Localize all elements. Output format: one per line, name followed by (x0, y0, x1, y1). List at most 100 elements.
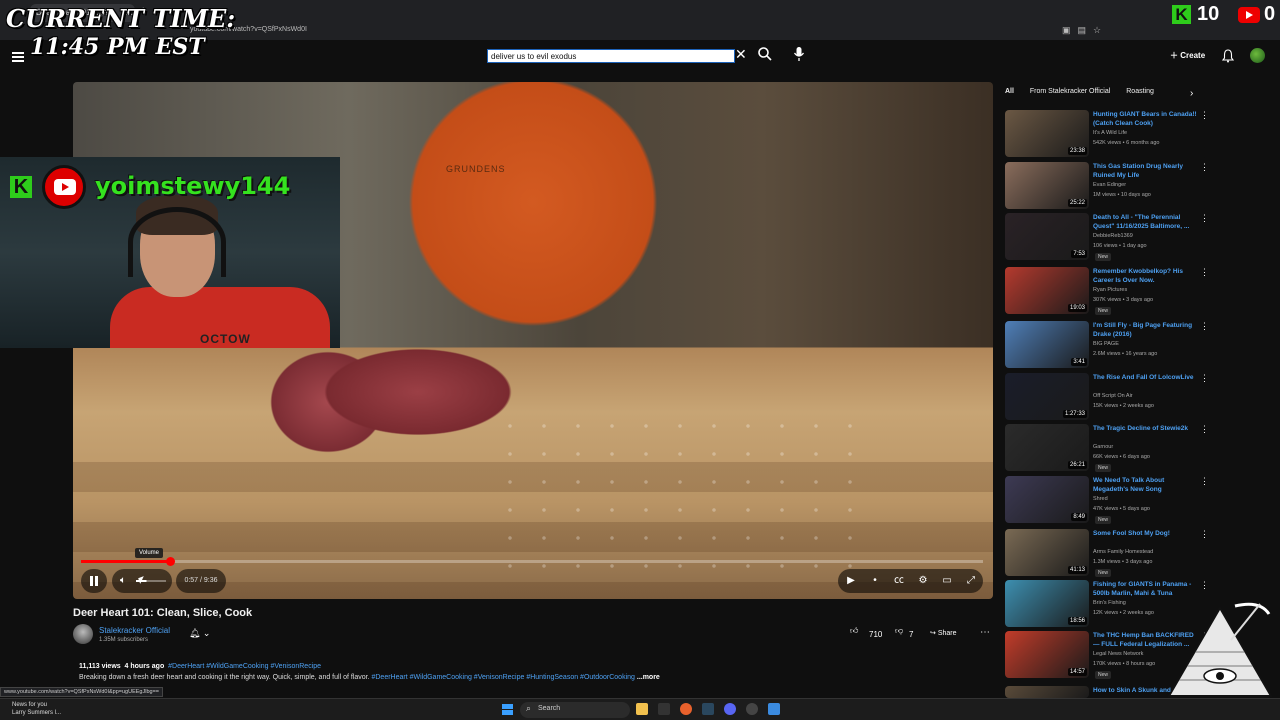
description-text[interactable]: Breaking down a fresh deer heart and coo… (79, 674, 660, 681)
obs-icon[interactable] (746, 703, 758, 715)
recommendation-title[interactable]: The Rise And Fall Of LolcowLive (1093, 373, 1197, 382)
firefox-icon[interactable] (680, 703, 692, 715)
description-hashtags[interactable]: #DeerHeart #WildGameCooking #VenisonReci… (371, 674, 634, 681)
chip-from-channel[interactable]: From Stalekracker Official (1030, 88, 1110, 95)
dislike-icon[interactable]: 👎︎ (895, 626, 903, 636)
video-thumbnail[interactable]: 25:22 (1005, 162, 1089, 209)
fullscreen-icon[interactable]: ⤢ (964, 574, 978, 588)
chevron-right-icon[interactable]: › (1190, 88, 1193, 99)
channel-avatar[interactable] (73, 624, 93, 644)
video-duration: 1:27:33 (1062, 410, 1087, 418)
dislike-count[interactable]: 7 (909, 630, 913, 639)
video-thumbnail[interactable]: 41:13 (1005, 529, 1089, 576)
recommendation-channel[interactable]: DebbieReb1369 (1093, 233, 1133, 239)
create-button[interactable]: ＋ Create (1170, 50, 1205, 61)
recommendation-item[interactable]: 3:41 I'm Still Fly - Big Page Featuring D… (1005, 321, 1209, 371)
recommendation-item[interactable]: 1:27:33 The Rise And Fall Of LolcowLive Of… (1005, 373, 1209, 423)
volume-icon[interactable]: 🔈︎ (120, 575, 126, 586)
notifications-bell-icon[interactable] (1222, 49, 1234, 63)
top-hashtags[interactable]: #DeerHeart #WildGameCooking #VenisonReci… (168, 663, 321, 670)
recommendation-item[interactable]: 7:53 Death to All - "The Perennial Quest"… (1005, 213, 1209, 263)
news-widget[interactable]: News for you Larry Summers l... (12, 701, 61, 717)
recommendation-channel[interactable]: Garnour (1093, 444, 1113, 450)
more-options-icon[interactable]: ⋮ (1200, 267, 1209, 278)
like-icon[interactable]: 👍︎ (850, 626, 858, 635)
recommendation-channel[interactable]: Ryan Pictures (1093, 287, 1127, 293)
pause-button[interactable] (81, 569, 107, 593)
recommendation-channel[interactable]: It's A Wild Life (1093, 130, 1127, 136)
recommendation-channel[interactable]: BIG PAGE (1093, 341, 1119, 347)
video-thumbnail[interactable]: 26:21 (1005, 424, 1089, 471)
more-options-icon[interactable]: ⋮ (1200, 321, 1209, 332)
miniplayer-dot-icon[interactable]: • (868, 574, 882, 588)
video-thumbnail[interactable]: 1:27:33 (1005, 373, 1089, 420)
more-options-icon[interactable]: ⋮ (1200, 373, 1209, 384)
recommendation-channel[interactable]: Legal News Network (1093, 651, 1143, 657)
chip-roasting[interactable]: Roasting (1126, 88, 1154, 95)
recommendation-title[interactable]: We Need To Talk About Megadeth's New Son… (1093, 476, 1197, 494)
share-button[interactable]: ↪ Share (930, 629, 957, 637)
app-icon-2[interactable] (658, 703, 670, 715)
microphone-icon[interactable] (793, 46, 805, 62)
description-stats[interactable]: 11,113 views 4 hours ago #DeerHeart #Wil… (79, 663, 321, 670)
autoplay-toggle-icon[interactable]: ▶ (844, 574, 858, 588)
more-options-icon[interactable]: ⋮ (1200, 580, 1209, 591)
recommendation-channel[interactable]: Evan Edinger (1093, 182, 1126, 188)
clear-search-icon[interactable]: ✕ (735, 46, 747, 63)
steam-icon[interactable] (702, 703, 714, 715)
recommendation-title[interactable]: Some Fool Shot My Dog! (1093, 529, 1197, 538)
more-options-icon[interactable]: ⋮ (1200, 476, 1209, 487)
video-thumbnail[interactable]: 3:41 (1005, 321, 1089, 368)
video-thumbnail[interactable]: 14:57 (1005, 631, 1089, 678)
video-thumbnail[interactable]: 23:38 (1005, 110, 1089, 157)
more-options-icon[interactable]: ⋮ (1200, 162, 1209, 173)
video-thumbnail[interactable]: 18:56 (1005, 580, 1089, 627)
recommendation-channel[interactable]: Brin's Fishing (1093, 600, 1126, 606)
subscription-bell-icon[interactable]: 🔔︎ ⌄ (189, 628, 210, 639)
app-icon-7[interactable] (768, 703, 780, 715)
video-thumbnail[interactable] (1005, 686, 1089, 698)
recommendation-title[interactable]: I'm Still Fly - Big Page Featuring Drake… (1093, 321, 1197, 339)
recommendation-item[interactable]: 19:03 Remember Kwobbelkop? His Career Is … (1005, 267, 1209, 317)
recommendation-item[interactable]: 25:22 This Gas Station Drug Nearly Ruined… (1005, 162, 1209, 212)
chip-all[interactable]: All (1005, 88, 1014, 95)
search-icon[interactable] (757, 46, 773, 62)
windows-start-icon[interactable] (502, 704, 513, 715)
video-thumbnail[interactable]: 8:49 (1005, 476, 1089, 523)
recommendation-item[interactable]: 23:38 Hunting GIANT Bears in Canada!! (Ca… (1005, 110, 1209, 160)
recommendation-channel[interactable]: Off Script On Air (1093, 393, 1133, 399)
browser-toolbar-icons[interactable]: ▣▤☆ (1062, 25, 1108, 36)
recommendation-title[interactable]: Hunting GIANT Bears in Canada!! (Catch C… (1093, 110, 1197, 128)
recommendation-item[interactable]: 8:49 We Need To Talk About Megadeth's New… (1005, 476, 1209, 526)
recommendation-item[interactable]: 41:13 Some Fool Shot My Dog! Arms Family H… (1005, 529, 1209, 579)
recommendation-channel[interactable]: Arms Family Homestead (1093, 549, 1153, 555)
theater-mode-icon[interactable]: ▭ (940, 574, 954, 588)
recommendation-title[interactable]: Remember Kwobbelkop? His Career Is Over … (1093, 267, 1197, 285)
recommendation-title[interactable]: This Gas Station Drug Nearly Ruined My L… (1093, 162, 1197, 180)
recommendation-item[interactable]: 26:21 The Tragic Decline of Stewie2k Garno… (1005, 424, 1209, 474)
more-options-icon[interactable]: ⋮ (1200, 110, 1209, 121)
like-count[interactable]: 710 (869, 630, 882, 639)
taskbar-search[interactable]: Search (520, 702, 630, 718)
discord-icon[interactable] (724, 703, 736, 715)
search-input[interactable]: deliver us to evil exodus (487, 49, 735, 63)
more-options-icon[interactable]: ⋮ (1200, 529, 1209, 540)
more-options-icon[interactable]: ⋮ (1200, 424, 1209, 435)
show-more-link[interactable]: ...more (637, 674, 660, 681)
video-thumbnail[interactable]: 7:53 (1005, 213, 1089, 260)
stream-clock-overlay: CURRENT TIME: 11:45 PM EST (6, 5, 235, 61)
recommendation-channel[interactable]: Shred (1093, 496, 1108, 502)
video-thumbnail[interactable]: 19:03 (1005, 267, 1089, 314)
more-actions-icon[interactable]: ⋯ (980, 627, 990, 638)
settings-gear-icon[interactable]: ⚙ (916, 574, 930, 588)
recommendation-title[interactable]: Death to All - "The Perennial Quest" 11/… (1093, 213, 1197, 231)
progress-bar[interactable] (81, 557, 983, 566)
file-explorer-icon[interactable] (636, 703, 648, 715)
more-options-icon[interactable]: ⋮ (1200, 213, 1209, 224)
address-bar[interactable]: youtube.com/watch?v=QSfPxNsWd0I (160, 26, 1040, 39)
recommendation-title[interactable]: The Tragic Decline of Stewie2k (1093, 424, 1197, 433)
recommendation-title[interactable]: Fishing for GIANTS in Panama - 500lb Mar… (1093, 580, 1197, 598)
channel-name-link[interactable]: Stalekracker Official (99, 626, 170, 635)
account-avatar[interactable] (1250, 48, 1265, 63)
captions-icon[interactable]: ㏄ (892, 574, 906, 588)
